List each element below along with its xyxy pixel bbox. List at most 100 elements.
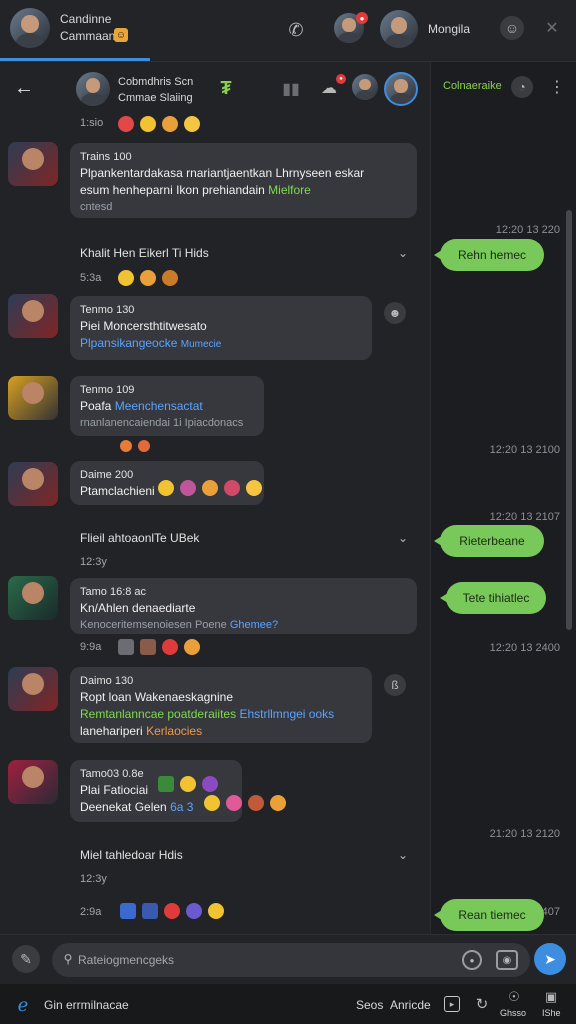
message-reactions (118, 639, 200, 655)
phone-icon[interactable]: ✆ (284, 18, 308, 42)
message-bubble[interactable]: Tenmo 109 Poafa Meenchensactat rnanlanen… (70, 376, 264, 436)
header-avatar-2[interactable] (384, 72, 418, 106)
emoji-reaction-icon[interactable] (246, 480, 262, 496)
emoji-reaction-icon[interactable] (140, 639, 156, 655)
attach-icon[interactable]: ✎ (12, 945, 40, 973)
message-link[interactable]: Mumecie (181, 339, 222, 350)
sidebar-toggle-icon[interactable]: ▮▮ (280, 78, 302, 100)
chat-bubble-icon[interactable]: ◔ (511, 76, 533, 98)
more-options-icon[interactable]: ⋮ (547, 76, 567, 98)
message-link[interactable]: Ghemee? (230, 619, 278, 631)
emoji-reaction-icon[interactable] (224, 480, 240, 496)
emoji-reaction-icon[interactable] (118, 116, 134, 132)
emoji-reaction-icon[interactable] (138, 440, 150, 452)
bookmark-icon[interactable]: ß (384, 674, 406, 696)
emoji-reaction-icon[interactable] (184, 116, 200, 132)
emoji-reaction-icon[interactable] (270, 795, 286, 811)
emoji-reaction-icon[interactable] (140, 270, 156, 286)
message-avatar[interactable] (8, 376, 58, 420)
scrollbar[interactable] (566, 210, 572, 630)
bottom-link[interactable]: Seos (356, 998, 383, 1012)
message-reactions (158, 480, 262, 496)
message-link[interactable]: Meenchensactat (115, 399, 203, 413)
emoji-reaction-icon[interactable] (162, 639, 178, 655)
emoji-reaction-icon[interactable] (184, 639, 200, 655)
emoji-reaction-icon[interactable] (226, 795, 242, 811)
message-avatar[interactable] (8, 142, 58, 186)
message-avatar[interactable] (8, 760, 58, 804)
expand-icon[interactable]: ▸ (444, 996, 460, 1012)
message-bubble[interactable]: Tamo 16:8 ac Kn/Ahlen denaediarte Kenoce… (70, 578, 417, 634)
emoji-reaction-icon[interactable] (140, 116, 156, 132)
emoji-reaction-icon[interactable] (208, 903, 224, 919)
message-avatar[interactable] (8, 462, 58, 506)
emoji-reaction-icon[interactable] (142, 903, 158, 919)
bottom-link[interactable]: Anricde (390, 998, 431, 1012)
emoji-reaction-icon[interactable] (162, 116, 178, 132)
right-pane-label: Colnaeraike (443, 80, 502, 92)
message-link[interactable]: 6a 3 (170, 800, 193, 814)
close-icon[interactable]: ✕ (540, 16, 564, 40)
record-icon[interactable]: ● (462, 950, 482, 970)
people-icon[interactable]: ☉ (504, 988, 524, 1006)
emoji-reaction-icon[interactable] (164, 903, 180, 919)
bottom-small-label: IShe (542, 1008, 561, 1018)
emoji-reaction-icon[interactable] (202, 480, 218, 496)
emoji-reaction-icon[interactable] (162, 270, 178, 286)
message-avatar[interactable] (8, 576, 58, 620)
emoji-reaction-icon[interactable] (120, 903, 136, 919)
thread-title[interactable]: Flieil ahtoaonlTe UBek (80, 531, 199, 545)
mention-link[interactable]: Mielfore (268, 183, 311, 197)
thread-title[interactable]: Khalit Hen Eikerl Ti Hids (80, 246, 209, 260)
emoji-reaction-icon[interactable] (204, 795, 220, 811)
thread-meta: 5:3a (80, 272, 102, 284)
emoji-reaction-icon[interactable] (158, 776, 174, 792)
sent-message-bubble[interactable]: Rieterbeane (434, 525, 544, 557)
message-link[interactable]: Ehstrllmngei ooks (239, 707, 334, 721)
message-text: Ropt loan Wakenaeskagnine (80, 690, 233, 704)
emoji-reaction-icon[interactable] (180, 480, 196, 496)
contact-avatar[interactable] (380, 10, 418, 48)
message-sender: Tamo 16:8 ac (80, 586, 147, 598)
header-avatar-1[interactable] (352, 74, 378, 100)
sent-message-bubble[interactable]: Tete tihiatlec (440, 582, 546, 614)
emoji-reaction-icon[interactable] (158, 480, 174, 496)
emoji-icon[interactable]: ☺ (500, 16, 524, 40)
emoji-badge-icon: ☺ (114, 28, 128, 42)
message-input[interactable]: ⚲ Rateiogmencgeks ● ◉ (52, 943, 530, 977)
back-arrow-icon[interactable]: ← (12, 76, 36, 100)
chat-avatar[interactable] (76, 72, 110, 106)
message-meta: Kenoceritemsenoiesen Poene (80, 619, 227, 631)
refresh-icon[interactable]: ↻ (472, 994, 492, 1014)
message-link[interactable]: Kerlaocies (146, 724, 202, 738)
send-icon[interactable]: ➤ (534, 943, 566, 975)
camera-icon[interactable]: ◉ (496, 950, 518, 970)
emoji-reaction-icon[interactable] (186, 903, 202, 919)
user-profile-icon[interactable]: ☻ (384, 302, 406, 324)
message-link[interactable]: Remtanlanncae poatderaiites (80, 707, 236, 721)
chevron-down-icon[interactable]: ⌄ (398, 848, 556, 862)
message-timestamp: 12:20 13 2100 (489, 444, 560, 456)
emoji-reaction-icon[interactable] (180, 776, 196, 792)
thread-reactions (118, 270, 178, 286)
message-link[interactable]: Plpansikangeocke (80, 336, 177, 350)
emoji-reaction-icon[interactable] (248, 795, 264, 811)
message-reactions (204, 795, 286, 811)
message-avatar[interactable] (8, 294, 58, 338)
thread-meta: 12:3y (80, 556, 107, 568)
emoji-reaction-icon[interactable] (118, 270, 134, 286)
sent-message-bubble[interactable]: Rehn hemec (434, 239, 544, 271)
sent-message-bubble[interactable]: Rean tiemec (434, 899, 544, 931)
pin-icon[interactable]: ₮ (214, 76, 238, 100)
grid-icon[interactable]: ▣ (542, 988, 560, 1006)
emoji-reaction-icon[interactable] (120, 440, 132, 452)
message-avatar[interactable] (8, 667, 58, 711)
thread-title[interactable]: Miel tahledoar Hdis (80, 848, 183, 862)
app-logo-icon[interactable]: ℯ (12, 994, 34, 1016)
emoji-reaction-icon[interactable] (202, 776, 218, 792)
message-bubble[interactable]: Daimo 130 Ropt loan Wakenaeskagnine Remt… (70, 667, 372, 743)
emoji-reaction-icon[interactable] (118, 639, 134, 655)
user-avatar[interactable] (10, 8, 50, 48)
message-bubble[interactable]: Tenmo 130 Piei Moncersthtitwesato Plpans… (70, 296, 372, 360)
message-bubble[interactable]: Trains 100 Plpankentardakasa rnariantjae… (70, 143, 417, 218)
